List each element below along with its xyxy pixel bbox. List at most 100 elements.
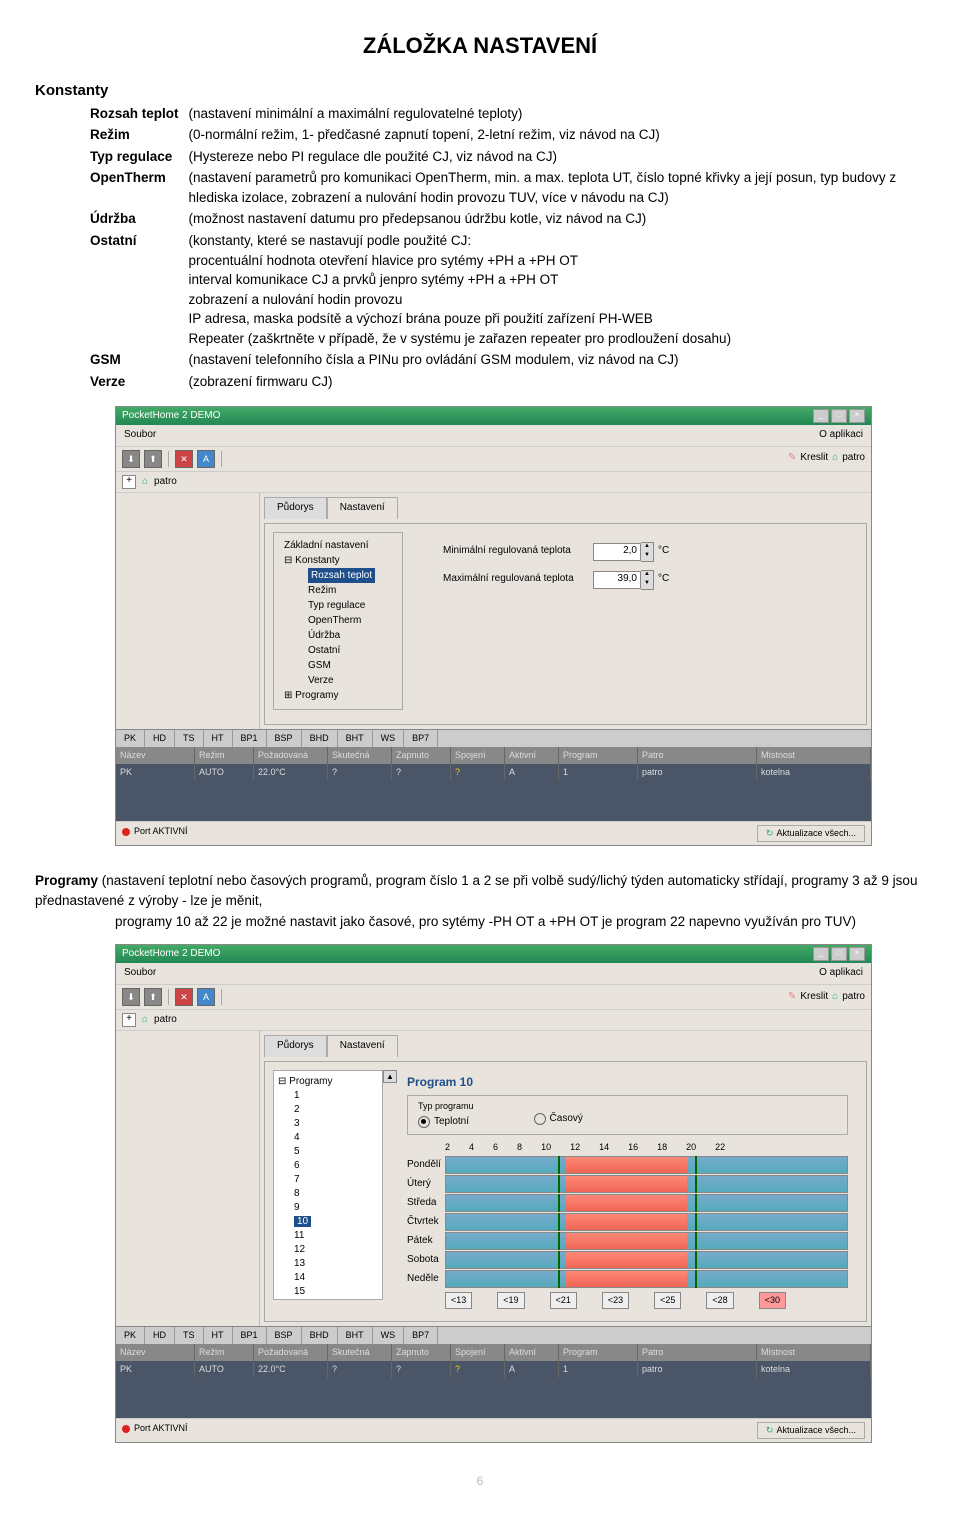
tool-icon[interactable]: A [197, 450, 215, 468]
dev-tab[interactable]: WS [373, 1327, 405, 1344]
titlebar: PocketHome 2 DEMO _ □ × [116, 945, 871, 964]
dev-tab[interactable]: PK [116, 1327, 145, 1344]
tree-item[interactable]: Režim [284, 583, 396, 598]
minimize-button[interactable]: _ [813, 947, 829, 961]
refresh-button[interactable]: ↻Aktualizace všech... [757, 825, 865, 842]
page-number: 6 [35, 1473, 925, 1490]
dev-tab[interactable]: TS [175, 1327, 204, 1344]
dev-tab[interactable]: BHD [302, 730, 338, 747]
expand-button[interactable]: + [122, 1013, 136, 1027]
dev-tab[interactable]: BHD [302, 1327, 338, 1344]
dev-tab[interactable]: PK [116, 730, 145, 747]
dev-tab[interactable]: HD [145, 730, 175, 747]
schedule-bar[interactable] [445, 1232, 848, 1250]
radio-teplotni[interactable] [418, 1116, 430, 1128]
temp-legend: <13<19<21<23<25<28<30 [445, 1292, 848, 1309]
definitions: Rozsah teplot(nastavení minimální a maxi… [90, 104, 925, 394]
refresh-button[interactable]: ↻Aktualizace všech... [757, 1422, 865, 1439]
radio-casovy[interactable] [534, 1113, 546, 1125]
desc: (možnost nastavení datumu pro předepsano… [189, 209, 925, 231]
floor-label[interactable]: patro [154, 1013, 177, 1028]
menu-oaplikaci[interactable]: O aplikaci [819, 428, 863, 443]
floor-row: + ⌂ patro [116, 472, 871, 494]
kreslit-label[interactable]: Kreslit [800, 451, 828, 466]
schedule-bar[interactable] [445, 1213, 848, 1231]
tool-icon[interactable]: ⬇ [122, 988, 140, 1006]
close-button[interactable]: × [849, 409, 865, 423]
schedule-bar[interactable] [445, 1156, 848, 1174]
close-button[interactable]: × [849, 947, 865, 961]
floor-label[interactable]: patro [154, 475, 177, 490]
tree-item[interactable]: OpenTherm [284, 613, 396, 628]
menu-soubor[interactable]: Soubor [124, 966, 156, 981]
minimize-button[interactable]: _ [813, 409, 829, 423]
tree-item[interactable]: GSM [284, 658, 396, 673]
tree-item[interactable]: Programy [295, 690, 338, 701]
spinner[interactable]: ▲▼ [641, 542, 654, 562]
tree-item[interactable]: Údržba [284, 628, 396, 643]
patro-combo[interactable]: patro [842, 990, 865, 1005]
maximize-button[interactable]: □ [831, 409, 847, 423]
tool-icon[interactable]: ✕ [175, 988, 193, 1006]
window-title: PocketHome 2 DEMO [122, 409, 220, 424]
dev-tab[interactable]: BSP [267, 730, 302, 747]
scroll-up-icon[interactable]: ▲ [383, 1070, 397, 1084]
maximize-button[interactable]: □ [831, 947, 847, 961]
home-icon: ⌂ [142, 475, 148, 490]
settings-tree[interactable]: ⊟ Konstanty Rozsah teplot Režim Typ regu… [284, 553, 396, 703]
tab-nastaveni[interactable]: Nastavení [327, 497, 398, 519]
dev-tab[interactable]: BHT [338, 1327, 373, 1344]
tree-item[interactable]: Typ regulace [284, 598, 396, 613]
page-title: ZÁLOŽKA NASTAVENÍ [35, 30, 925, 62]
schedule-bar[interactable] [445, 1270, 848, 1288]
dev-tab[interactable]: BSP [267, 1327, 302, 1344]
tree-item[interactable]: Verze [284, 673, 396, 688]
day-label: Neděle [407, 1272, 445, 1287]
kreslit-label[interactable]: Kreslit [800, 990, 828, 1005]
max-temp-input[interactable]: 39,0 [593, 571, 641, 589]
menu-oaplikaci[interactable]: O aplikaci [819, 966, 863, 981]
schedule-bar[interactable] [445, 1175, 848, 1193]
app-window-1: PocketHome 2 DEMO _ □ × Soubor O aplikac… [115, 406, 872, 847]
schedule-bar[interactable] [445, 1251, 848, 1269]
device-tabs: PK HD TS HT BP1 BSP BHD BHT WS BP7 [116, 1326, 871, 1344]
dev-tab[interactable]: BP7 [404, 1327, 438, 1344]
term: Verze [90, 372, 189, 394]
grid-row[interactable]: PKAUTO22.0°C???A1patrokotelna [116, 1361, 871, 1378]
tab-nastaveni[interactable]: Nastavení [327, 1035, 398, 1057]
refresh-icon: ↻ [766, 1424, 774, 1437]
tree-item[interactable]: Ostatní [284, 643, 396, 658]
tab-pudorys[interactable]: Půdorys [264, 497, 327, 519]
window-title: PocketHome 2 DEMO [122, 947, 220, 962]
tab-pudorys[interactable]: Půdorys [264, 1035, 327, 1057]
desc: (nastavení parametrů pro komunikaci Open… [189, 168, 925, 209]
pencil-icon: ✎ [788, 990, 796, 1005]
min-temp-input[interactable]: 2,0 [593, 543, 641, 561]
tool-icon[interactable]: ⬆ [144, 988, 162, 1006]
dev-tab[interactable]: WS [373, 730, 405, 747]
patro-combo[interactable]: patro [842, 451, 865, 466]
dev-tab[interactable]: HT [204, 730, 233, 747]
titlebar: PocketHome 2 DEMO _ □ × [116, 407, 871, 426]
expand-button[interactable]: + [122, 475, 136, 489]
tool-icon[interactable]: ⬆ [144, 450, 162, 468]
dev-tab[interactable]: BP1 [233, 1327, 267, 1344]
dev-tab[interactable]: HT [204, 1327, 233, 1344]
unit: °C [658, 572, 669, 587]
tree-item-selected[interactable]: 10 [294, 1216, 311, 1227]
tool-icon[interactable]: ✕ [175, 450, 193, 468]
menu-soubor[interactable]: Soubor [124, 428, 156, 443]
dev-tab[interactable]: BP7 [404, 730, 438, 747]
grid-row[interactable]: PKAUTO22.0°C???A1patrokotelna [116, 764, 871, 781]
dev-tab[interactable]: BHT [338, 730, 373, 747]
tool-icon[interactable]: ⬇ [122, 450, 140, 468]
dev-tab[interactable]: BP1 [233, 730, 267, 747]
tool-icon[interactable]: A [197, 988, 215, 1006]
grid-header: NázevRežimPožadovanáSkutečnáZapnutoSpoje… [116, 1344, 871, 1361]
schedule-bar[interactable] [445, 1194, 848, 1212]
tree-item-selected[interactable]: Rozsah teplot [308, 568, 375, 583]
spinner[interactable]: ▲▼ [641, 570, 654, 590]
dev-tab[interactable]: HD [145, 1327, 175, 1344]
dev-tab[interactable]: TS [175, 730, 204, 747]
program-tree[interactable]: ⊟ Programy 1 2 3 4 5 6 7 8 9 10 11 [273, 1070, 383, 1300]
